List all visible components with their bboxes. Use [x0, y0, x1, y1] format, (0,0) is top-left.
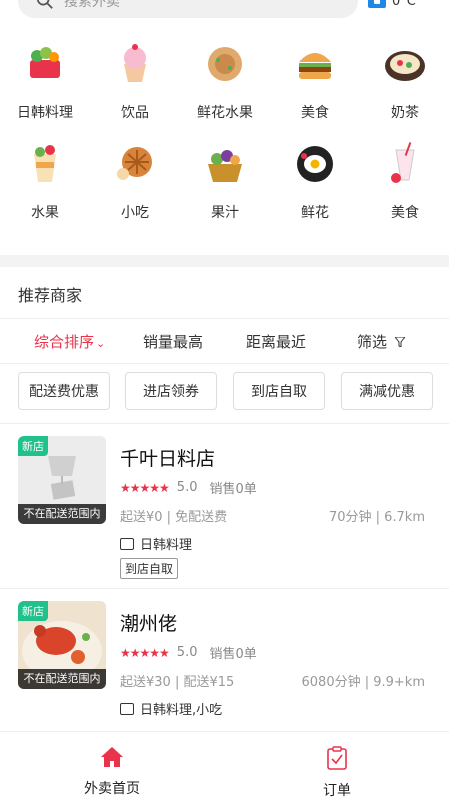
tab-orders[interactable]: 订单: [277, 746, 397, 800]
category-item[interactable]: 果汁: [190, 140, 260, 222]
rating-score: 5.0: [176, 645, 198, 660]
weather-widget[interactable]: 0°C: [368, 0, 416, 8]
tab-home[interactable]: 外卖首页: [52, 746, 172, 798]
shop-thumbnail: 新店 不在配送范围内: [18, 601, 106, 689]
filter-chip[interactable]: 进店领券: [125, 372, 217, 410]
shop-thumbnail: 新店 不在配送范围内: [18, 436, 106, 524]
smoothie-icon: [391, 142, 415, 183]
category-label: 日韩料理: [17, 105, 73, 121]
category-label: 美食: [301, 105, 329, 121]
section-divider: [0, 255, 449, 267]
category-label: 鲜花水果: [197, 105, 253, 121]
basket-icon: [30, 47, 60, 78]
shop-tag-text: 日韩料理: [140, 538, 193, 553]
drink-cup-icon: [34, 145, 56, 182]
fruit-basket-icon: [208, 150, 242, 182]
category-label: 鲜花: [301, 205, 329, 221]
section-title: 推荐商家: [18, 286, 83, 305]
search-icon: [36, 0, 53, 9]
distance-info: 70分钟 | 6.7km: [328, 510, 425, 525]
distance-info: 6080分钟 | 9.9+km: [301, 675, 426, 690]
filter-chip[interactable]: 满减优惠: [341, 372, 433, 410]
category-item[interactable]: 日韩料理: [10, 40, 80, 122]
weather-temp: 0°C: [392, 0, 416, 9]
sales-count: 销售0单: [209, 482, 257, 497]
chevron-down-icon: ⌄: [96, 337, 106, 350]
category-item[interactable]: 小吃: [100, 140, 170, 222]
category-label: 小吃: [121, 205, 149, 221]
shop-tags: 日韩料理: [120, 534, 192, 553]
shop-tag-text: 日韩料理,小吃: [140, 703, 223, 718]
pie-icon: [117, 147, 152, 180]
sort-distance[interactable]: 距离最近: [246, 331, 306, 352]
tab-orders-label: 订单: [323, 783, 351, 799]
cupcake-icon: [124, 44, 146, 82]
egg-pan-icon: [297, 146, 333, 182]
burger-icon: [299, 53, 331, 79]
shop-name: 千叶日料店: [120, 448, 216, 470]
search-input[interactable]: 搜索外卖: [18, 0, 358, 18]
bottom-tab-bar: 外卖首页 订单: [0, 731, 449, 801]
category-row: 日韩料理 饮品 鲜花水果 美食 奶茶: [0, 40, 449, 130]
category-label: 饮品: [121, 105, 149, 121]
pancake-icon: [208, 47, 242, 81]
new-shop-badge: 新店: [18, 601, 48, 621]
top-bar: 搜索外卖 0°C: [0, 0, 449, 24]
sort-sales[interactable]: 销量最高: [143, 331, 203, 352]
category-item[interactable]: 鲜花水果: [190, 40, 260, 122]
tab-home-label: 外卖首页: [84, 781, 140, 797]
shop-rating: ★★★★★ 5.0 销售0单: [120, 478, 257, 497]
home-icon: [101, 747, 123, 767]
shop-name: 潮州佬: [120, 613, 178, 635]
pickup-badge: 到店自取: [120, 558, 179, 579]
category-item[interactable]: 美食: [280, 40, 350, 122]
clipboard-check-icon: [327, 746, 347, 770]
sort-distance-label: 距离最近: [246, 333, 307, 351]
out-of-range-label: 不在配送范围内: [18, 669, 106, 689]
rating-score: 5.0: [176, 480, 198, 495]
funnel-icon: [394, 337, 405, 347]
sort-sales-label: 销量最高: [143, 333, 204, 351]
category-tag-icon: [120, 702, 134, 715]
category-label: 美食: [391, 205, 419, 221]
shop-tags: 日韩料理,小吃: [120, 699, 222, 718]
delivery-info: 起送¥30 | 配送¥15: [120, 675, 235, 690]
category-item[interactable]: 奶茶: [370, 40, 440, 122]
shop-card[interactable]: 新店 不在配送范围内 千叶日料店 ★★★★★ 5.0 销售0单 起送¥0 | 免…: [0, 423, 449, 589]
rating-stars-icon: ★★★★★: [120, 480, 170, 495]
search-placeholder: 搜索外卖: [64, 0, 120, 10]
filter-chip[interactable]: 到店自取: [233, 372, 325, 410]
category-label: 水果: [31, 205, 59, 221]
filter-chips: 配送费优惠 进店领券 到店自取 满减优惠: [18, 372, 433, 410]
new-shop-badge: 新店: [18, 436, 48, 456]
delivery-info: 起送¥0 | 免配送费: [120, 510, 228, 525]
shop-card[interactable]: 新店 不在配送范围内 潮州佬 ★★★★★ 5.0 销售0单 起送¥30 | 配送…: [0, 588, 449, 732]
category-row: 水果 小吃 果汁 鲜花 美食: [0, 140, 449, 230]
out-of-range-label: 不在配送范围内: [18, 504, 106, 524]
category-label: 奶茶: [391, 105, 419, 121]
category-item[interactable]: 水果: [10, 140, 80, 222]
hotpot-icon: [385, 51, 425, 81]
sort-comprehensive-label: 综合排序: [34, 333, 95, 351]
sort-bar: 综合排序 ⌄ 销量最高 距离最近 筛选: [0, 318, 449, 364]
shop-rating: ★★★★★ 5.0 销售0单: [120, 643, 257, 662]
rating-stars-icon: ★★★★★: [120, 645, 170, 660]
category-item[interactable]: 鲜花: [280, 140, 350, 222]
filter-chip[interactable]: 配送费优惠: [18, 372, 110, 410]
sort-filter-label: 筛选: [357, 333, 388, 351]
category-item[interactable]: 饮品: [100, 40, 170, 122]
sort-comprehensive[interactable]: 综合排序 ⌄: [34, 331, 105, 352]
category-label: 果汁: [211, 205, 239, 221]
sort-filter[interactable]: 筛选: [357, 331, 405, 352]
weather-icon: [368, 0, 386, 8]
category-item[interactable]: 美食: [370, 140, 440, 222]
category-tag-icon: [120, 537, 134, 550]
sales-count: 销售0单: [209, 647, 257, 662]
